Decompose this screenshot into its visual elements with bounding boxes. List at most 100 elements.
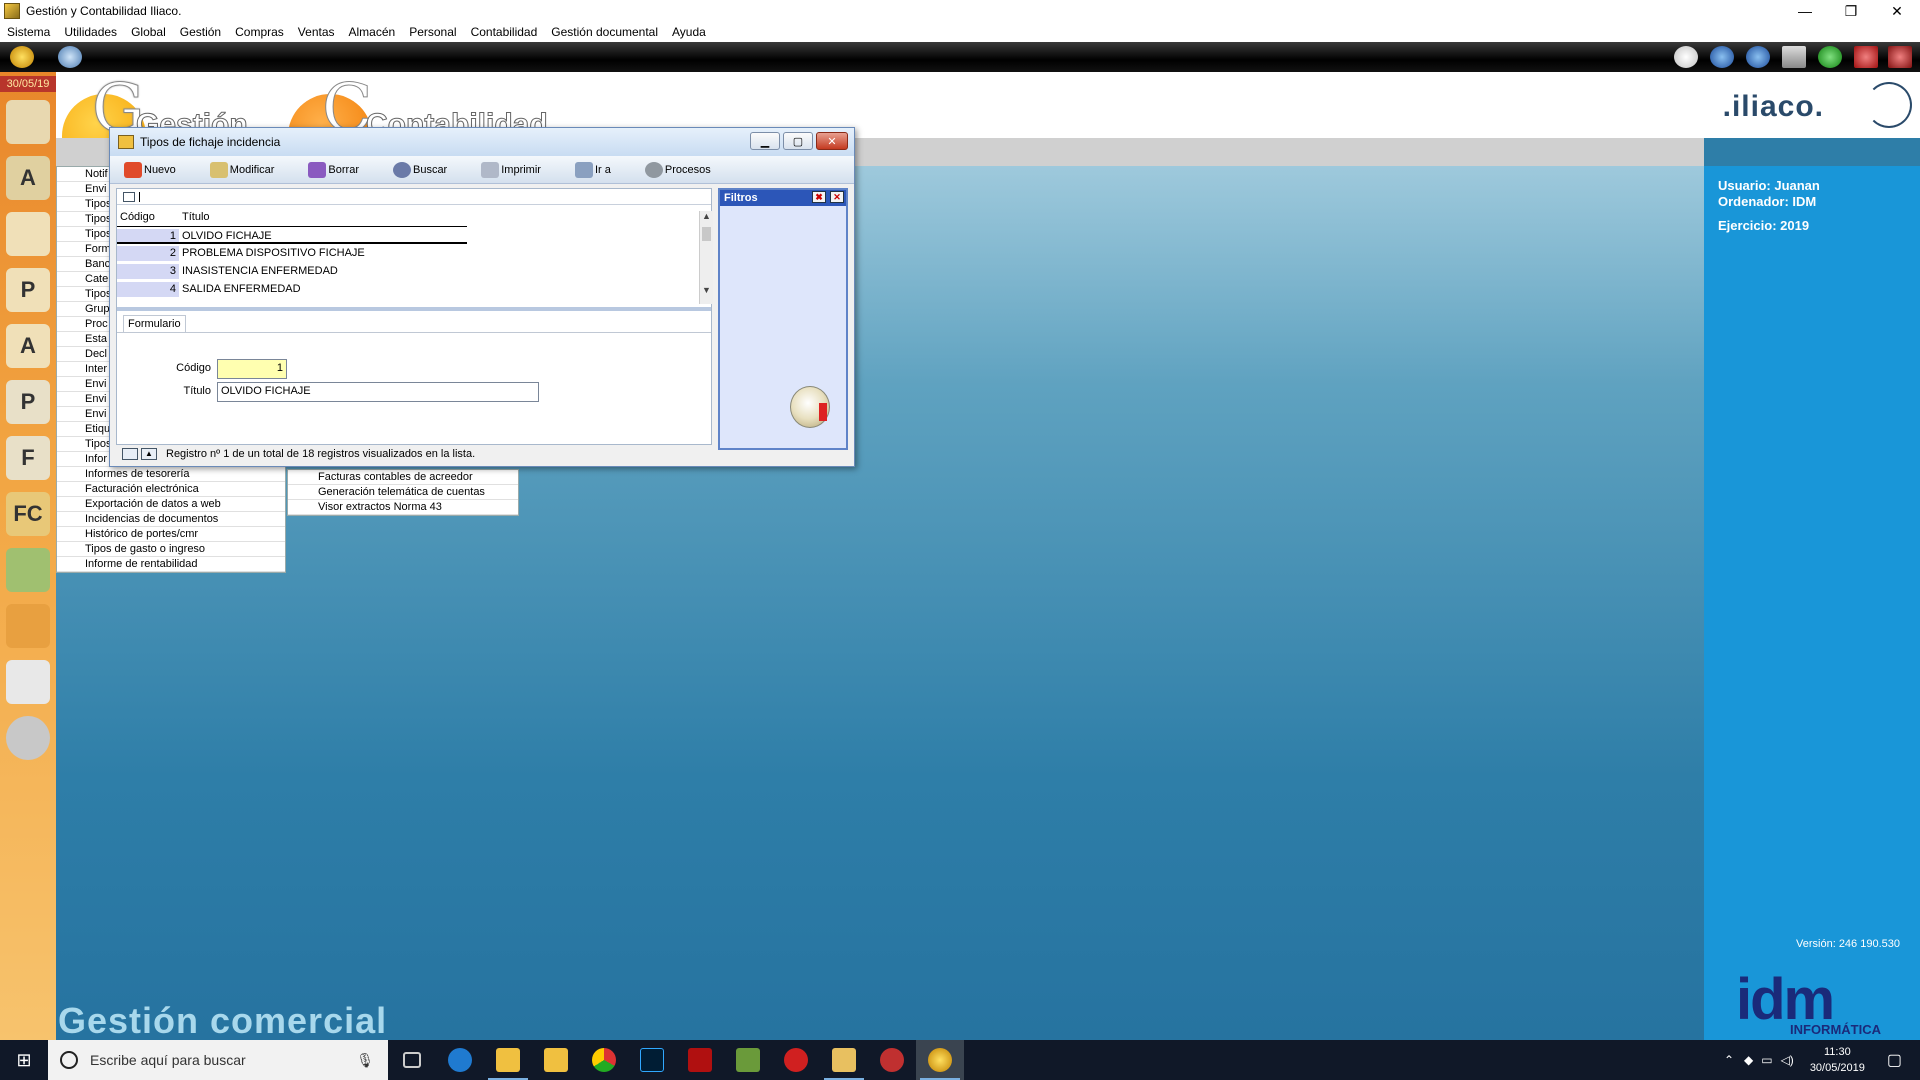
menu-gestion[interactable]: Gestión (180, 25, 221, 39)
photoshop-icon[interactable] (628, 1040, 676, 1080)
close-button[interactable]: ✕ (1874, 0, 1920, 22)
invoice-icon[interactable]: F (6, 436, 50, 480)
new-button[interactable]: Nuevo (124, 161, 176, 178)
scroll-thumb[interactable] (702, 227, 711, 241)
close-all-icon[interactable] (1888, 46, 1912, 68)
panel-splitter[interactable] (117, 307, 711, 311)
modal-minimize-button[interactable]: ▁ (750, 132, 780, 150)
delete-button-label: Borrar (328, 163, 359, 176)
scroll-up-icon[interactable]: ▲ (700, 211, 713, 223)
menu-contabilidad[interactable]: Contabilidad (471, 25, 538, 39)
submenu-item-incidencias-documentos[interactable]: Incidencias de documentos (57, 512, 285, 527)
filters-pin-icon[interactable]: ✖ (812, 191, 826, 203)
shopping-bag-icon[interactable] (6, 548, 50, 592)
cell-title: SALIDA ENFERMEDAD (182, 283, 301, 295)
title-field[interactable]: OLVIDO FICHAJE (217, 382, 539, 402)
notepad-icon[interactable] (724, 1040, 772, 1080)
articles-icon[interactable]: A (6, 156, 50, 200)
disc-icon[interactable] (6, 716, 50, 760)
grid-scrollbar[interactable]: ▲ ▼ (699, 211, 713, 304)
submenu-item-informe-rentabilidad[interactable]: Informe de rentabilidad (57, 557, 285, 572)
app-icon-red[interactable] (868, 1040, 916, 1080)
task-view-icon[interactable] (388, 1040, 436, 1080)
menu-gestion-documental[interactable]: Gestión documental (551, 25, 658, 39)
back-arrow-icon[interactable] (1710, 46, 1734, 68)
microphone-icon[interactable]: 🎙 (356, 1052, 374, 1069)
chrome-icon[interactable] (580, 1040, 628, 1080)
goto-button[interactable]: Ir a (574, 161, 611, 178)
forward-arrow-icon[interactable] (1746, 46, 1770, 68)
agent-icon[interactable]: A (6, 324, 50, 368)
print-button[interactable]: Imprimir (481, 161, 541, 178)
filters-close-icon[interactable]: ✕ (830, 191, 844, 203)
windows-list-icon[interactable] (1782, 46, 1806, 68)
table-row[interactable]: 4 SALIDA ENFERMEDAD (117, 282, 467, 297)
scroll-down-icon[interactable]: ▼ (700, 285, 713, 297)
chevron-up-icon[interactable]: ▲ (141, 448, 157, 460)
windows-start-icon[interactable]: ⊞ (0, 1040, 48, 1080)
volume-icon[interactable]: ◁) (1781, 1053, 1794, 1067)
table-row[interactable]: 2 PROBLEMA DISPOSITIVO FICHAJE (117, 246, 467, 261)
menu-almacen[interactable]: Almacén (349, 25, 396, 39)
submenu-item-historico-portes[interactable]: Histórico de portes/cmr (57, 527, 285, 542)
modify-button[interactable]: Modificar (209, 161, 274, 178)
restore-button[interactable]: ❐ (1828, 0, 1874, 22)
windows-taskbar: ⊞ Escribe aquí para buscar 🎙 ⌃ ◆ ▭ ◁) 11… (0, 1040, 1920, 1080)
globe-icon[interactable] (58, 46, 82, 68)
modal-close-button[interactable]: ✕ (816, 132, 848, 150)
submenu-item-tipos-gasto[interactable]: Tipos de gasto o ingreso (57, 542, 285, 557)
delete-button[interactable]: Borrar (308, 161, 359, 178)
menu-global[interactable]: Global (131, 25, 166, 39)
filezilla-icon[interactable] (676, 1040, 724, 1080)
chevron-up-icon[interactable]: ⌃ (1724, 1053, 1734, 1067)
client-invoice-icon[interactable]: FC (6, 492, 50, 536)
file-explorer-icon[interactable] (532, 1040, 580, 1080)
menu-ayuda[interactable]: Ayuda (672, 25, 706, 39)
submenu-item-generacion-telematica[interactable]: Generación telemática de cuentas (288, 485, 518, 500)
mail-icon[interactable] (1674, 46, 1698, 68)
edge-browser-icon[interactable] (436, 1040, 484, 1080)
menu-compras[interactable]: Compras (235, 25, 284, 39)
quick-search-row[interactable] (117, 189, 711, 205)
iliaco-taskbar-icon[interactable] (916, 1040, 964, 1080)
users-group-icon[interactable] (6, 100, 50, 144)
dropbox-icon[interactable]: ◆ (1744, 1053, 1753, 1067)
folder-icon[interactable] (6, 604, 50, 648)
minimize-button[interactable]: — (1782, 0, 1828, 22)
notifications-icon[interactable]: ▢ (1887, 1050, 1902, 1070)
table-row-selected[interactable]: 1 OLVIDO FICHAJE (117, 229, 467, 244)
submenu-item-tesoreria[interactable]: Informes de tesorería (57, 467, 285, 482)
provider-icon[interactable]: P (6, 268, 50, 312)
client-icon[interactable] (6, 212, 50, 256)
menu-sistema[interactable]: Sistema (7, 25, 50, 39)
home-icon[interactable] (10, 46, 34, 68)
search-button[interactable]: Buscar (392, 161, 447, 178)
submenu-item-facturacion-electronica[interactable]: Facturación electrónica (57, 482, 285, 497)
window-controls: — ❐ ✕ (1782, 0, 1920, 22)
processes-button[interactable]: Procesos (644, 161, 711, 178)
network-icon[interactable]: ▭ (1761, 1053, 1772, 1067)
taskbar-search-box[interactable]: Escribe aquí para buscar 🎙 (48, 1040, 388, 1080)
list-report-icon[interactable] (6, 660, 50, 704)
submenu-item-visor-norma43[interactable]: Visor extractos Norma 43 (288, 500, 518, 515)
menu-utilidades[interactable]: Utilidades (64, 25, 117, 39)
menu-personal[interactable]: Personal (409, 25, 456, 39)
purchase-order-icon[interactable]: P (6, 380, 50, 424)
code-field[interactable]: 1 (217, 359, 287, 379)
column-header-code[interactable]: Código (117, 211, 179, 226)
app-icon-yellow[interactable] (820, 1040, 868, 1080)
submenu-item-exportacion-web[interactable]: Exportación de datos a web (57, 497, 285, 512)
taskbar-app-icon[interactable] (484, 1040, 532, 1080)
rx-app-icon[interactable] (772, 1040, 820, 1080)
table-row[interactable]: 3 INASISTENCIA ENFERMEDAD (117, 264, 467, 279)
tab-formulario[interactable]: Formulario (123, 315, 186, 332)
column-header-title[interactable]: Título (179, 211, 467, 226)
menu-ventas[interactable]: Ventas (298, 25, 335, 39)
modal-maximize-button[interactable]: ▢ (783, 132, 813, 150)
close-window-icon[interactable] (1854, 46, 1878, 68)
help-icon[interactable] (1818, 46, 1842, 68)
keyboard-icon[interactable] (122, 448, 138, 460)
taskbar-clock[interactable]: 11:30 30/05/2019 (1810, 1044, 1865, 1076)
left-sidebar: 30/05/19 A P A P F FC (0, 72, 56, 1040)
submenu-item-facturas-acreedor[interactable]: Facturas contables de acreedor (288, 470, 518, 485)
